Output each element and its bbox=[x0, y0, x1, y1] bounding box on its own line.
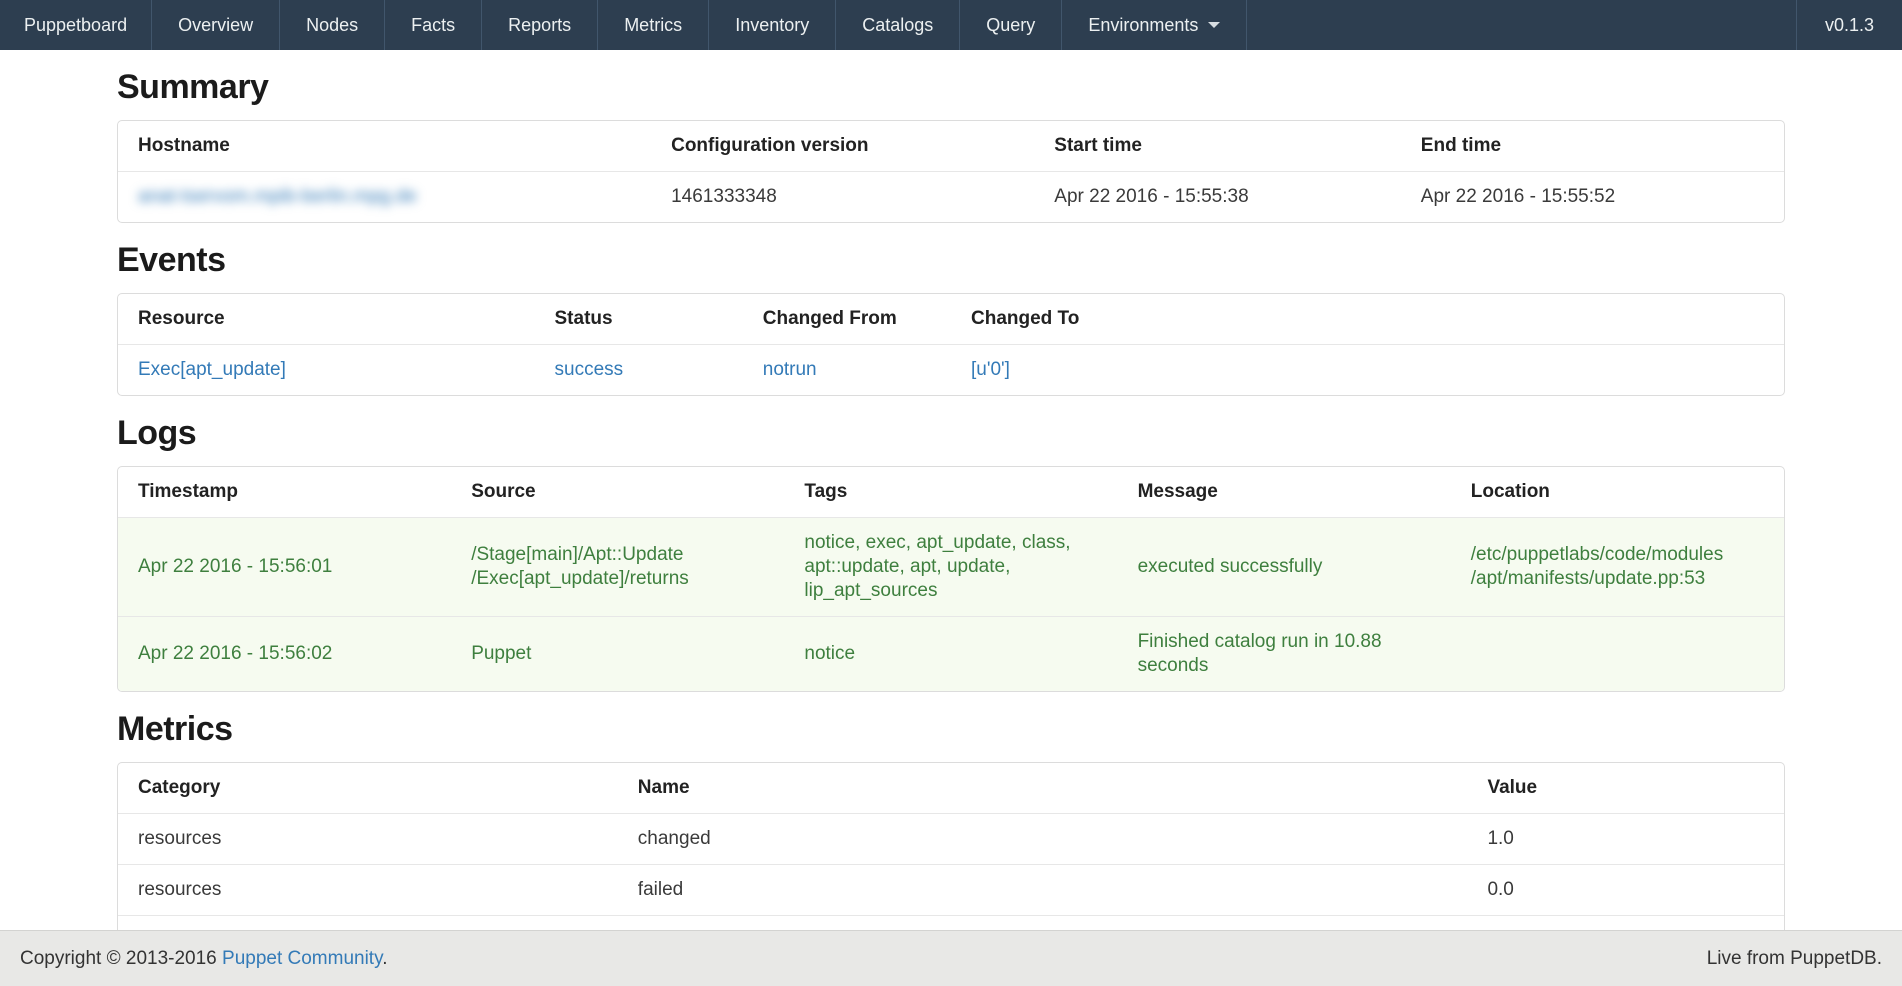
metrics-header-category: Category bbox=[118, 763, 618, 814]
log-message: executed successfully bbox=[1118, 518, 1451, 617]
log-tags: notice, exec, apt_update, class, apt::up… bbox=[784, 518, 1117, 617]
navbar-spacer bbox=[1247, 0, 1796, 50]
metrics-section-title: Metrics bbox=[117, 710, 1785, 748]
events-header-changed-to: Changed To bbox=[951, 294, 1784, 345]
metric-row: resources failed 0.0 bbox=[118, 865, 1784, 916]
nav-item-catalogs[interactable]: Catalogs bbox=[836, 0, 960, 50]
logs-header-tags: Tags bbox=[784, 467, 1117, 518]
metric-category: resources bbox=[118, 814, 618, 865]
nav-environments-label: Environments bbox=[1088, 15, 1198, 36]
logs-header-timestamp: Timestamp bbox=[118, 467, 451, 518]
summary-header-config-version: Configuration version bbox=[651, 121, 1034, 172]
main-content: Summary Hostname Configuration version S… bbox=[117, 68, 1785, 986]
nav-item-environments-dropdown[interactable]: Environments bbox=[1062, 0, 1247, 50]
events-header-resource: Resource bbox=[118, 294, 535, 345]
metric-value: 1.0 bbox=[1467, 814, 1784, 865]
app-version-badge: v0.1.3 bbox=[1796, 0, 1902, 50]
nav-item-overview[interactable]: Overview bbox=[152, 0, 280, 50]
log-tags: notice bbox=[784, 617, 1117, 692]
summary-table: Hostname Configuration version Start tim… bbox=[118, 121, 1784, 222]
logs-header-source: Source bbox=[451, 467, 784, 518]
summary-header-end-time: End time bbox=[1401, 121, 1784, 172]
summary-header-row: Hostname Configuration version Start tim… bbox=[118, 121, 1784, 172]
footer-live-status: Live from PuppetDB. bbox=[1707, 948, 1882, 970]
summary-header-start-time: Start time bbox=[1034, 121, 1401, 172]
events-header-changed-from: Changed From bbox=[743, 294, 951, 345]
nav-item-metrics[interactable]: Metrics bbox=[598, 0, 709, 50]
events-table: Resource Status Changed From Changed To … bbox=[118, 294, 1784, 395]
summary-row: anat-tservom.mpib-berlin.mpg.de 14613333… bbox=[118, 172, 1784, 223]
end-time-value: Apr 22 2016 - 15:55:52 bbox=[1401, 172, 1784, 223]
metric-name: changed bbox=[618, 814, 1468, 865]
logs-section-title: Logs bbox=[117, 414, 1785, 452]
puppet-community-link[interactable]: Puppet Community bbox=[222, 948, 382, 969]
footer-copyright: Copyright © 2013-2016 Puppet Community. bbox=[20, 948, 387, 970]
logs-header-message: Message bbox=[1118, 467, 1451, 518]
metrics-header-name: Name bbox=[618, 763, 1468, 814]
summary-header-hostname: Hostname bbox=[118, 121, 651, 172]
log-location: /etc/puppetlabs/code/modules /apt/manife… bbox=[1451, 518, 1784, 617]
nav-item-inventory[interactable]: Inventory bbox=[709, 0, 836, 50]
nav-links: Puppetboard Overview Nodes Facts Reports… bbox=[0, 0, 1247, 50]
metric-row: resources changed 1.0 bbox=[118, 814, 1784, 865]
log-timestamp: Apr 22 2016 - 15:56:01 bbox=[118, 518, 451, 617]
event-changed-from-link[interactable]: notrun bbox=[763, 359, 817, 380]
log-location bbox=[1451, 617, 1784, 692]
copyright-text: Copyright © 2013-2016 bbox=[20, 948, 222, 969]
metric-value: 0.0 bbox=[1467, 865, 1784, 916]
metric-category: resources bbox=[118, 865, 618, 916]
start-time-value: Apr 22 2016 - 15:55:38 bbox=[1034, 172, 1401, 223]
metric-name: failed bbox=[618, 865, 1468, 916]
events-header-status: Status bbox=[535, 294, 743, 345]
events-panel: Resource Status Changed From Changed To … bbox=[117, 293, 1785, 396]
summary-panel: Hostname Configuration version Start tim… bbox=[117, 120, 1785, 223]
copyright-period: . bbox=[382, 948, 387, 969]
nav-item-facts[interactable]: Facts bbox=[385, 0, 482, 50]
log-row: Apr 22 2016 - 15:56:02 Puppet notice Fin… bbox=[118, 617, 1784, 692]
top-navbar: Puppetboard Overview Nodes Facts Reports… bbox=[0, 0, 1902, 50]
event-status-link[interactable]: success bbox=[555, 359, 624, 380]
nav-brand-puppetboard[interactable]: Puppetboard bbox=[0, 0, 152, 50]
event-row: Exec[apt_update] success notrun [u'0'] bbox=[118, 345, 1784, 396]
log-source: Puppet bbox=[451, 617, 784, 692]
log-row: Apr 22 2016 - 15:56:01 /Stage[main]/Apt:… bbox=[118, 518, 1784, 617]
log-source: /Stage[main]/Apt::Update /Exec[apt_updat… bbox=[451, 518, 784, 617]
nav-item-query[interactable]: Query bbox=[960, 0, 1062, 50]
log-timestamp: Apr 22 2016 - 15:56:02 bbox=[118, 617, 451, 692]
metrics-header-value: Value bbox=[1467, 763, 1784, 814]
nav-item-nodes[interactable]: Nodes bbox=[280, 0, 385, 50]
events-header-row: Resource Status Changed From Changed To bbox=[118, 294, 1784, 345]
summary-section-title: Summary bbox=[117, 68, 1785, 106]
log-message: Finished catalog run in 10.88 seconds bbox=[1118, 617, 1451, 692]
event-resource-link[interactable]: Exec[apt_update] bbox=[138, 359, 286, 380]
logs-header-row: Timestamp Source Tags Message Location bbox=[118, 467, 1784, 518]
config-version-value: 1461333348 bbox=[651, 172, 1034, 223]
logs-panel: Timestamp Source Tags Message Location A… bbox=[117, 466, 1785, 692]
chevron-down-icon bbox=[1208, 22, 1220, 28]
logs-table: Timestamp Source Tags Message Location A… bbox=[118, 467, 1784, 691]
events-section-title: Events bbox=[117, 241, 1785, 279]
event-changed-to-link[interactable]: [u'0'] bbox=[971, 359, 1010, 380]
page-footer: Copyright © 2013-2016 Puppet Community. … bbox=[0, 930, 1902, 986]
nav-item-reports[interactable]: Reports bbox=[482, 0, 598, 50]
hostname-link[interactable]: anat-tservom.mpib-berlin.mpg.de bbox=[138, 186, 417, 207]
metrics-header-row: Category Name Value bbox=[118, 763, 1784, 814]
logs-header-location: Location bbox=[1451, 467, 1784, 518]
